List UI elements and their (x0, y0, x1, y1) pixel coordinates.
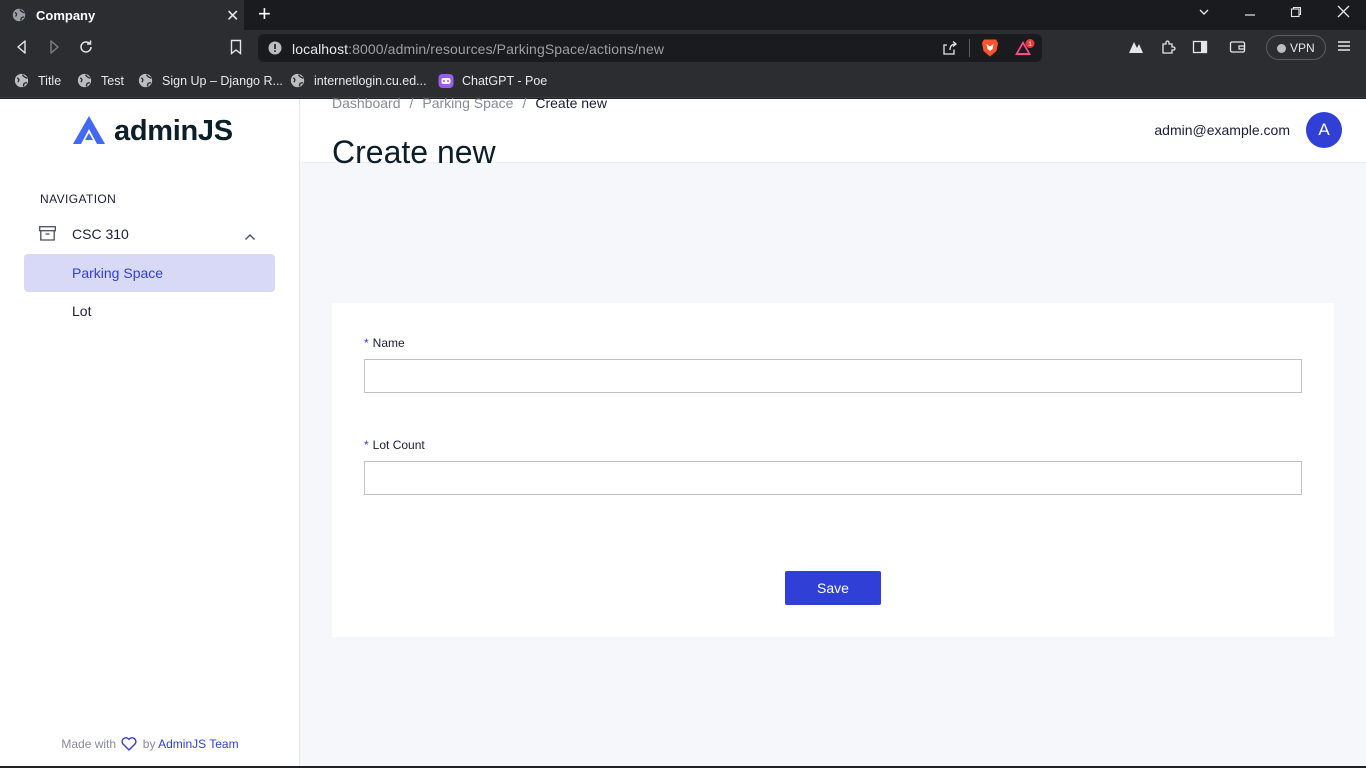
browser-toolbar: localhost:8000/admin/resources/ParkingSp… (0, 30, 1366, 66)
breadcrumb-separator: / (409, 95, 414, 111)
sidebar-item-parking-space[interactable]: Parking Space (24, 254, 275, 292)
reload-icon[interactable] (78, 39, 94, 60)
breadcrumb-current: Create new (535, 95, 607, 111)
globe-icon (138, 73, 153, 91)
brave-news-icon[interactable] (1128, 39, 1144, 60)
url-divider (969, 39, 970, 57)
window-close-icon[interactable] (1337, 5, 1350, 22)
save-button[interactable]: Save (785, 571, 881, 605)
name-input[interactable] (364, 359, 1302, 393)
heart-icon (121, 737, 137, 754)
globe-icon (12, 8, 26, 25)
sidebar: adminJS NAVIGATION CSC 310 Parking Space… (0, 99, 300, 766)
bookmarks-bar: Title Test Sign Up – Django R... interne… (0, 66, 1366, 98)
breadcrumb: Dashboard / Parking Space / Create new (332, 95, 607, 111)
svg-text:1: 1 (1028, 41, 1032, 48)
address-bar[interactable]: localhost:8000/admin/resources/ParkingSp… (258, 34, 1042, 62)
browser-tab-strip: Company ✕ + (0, 0, 1366, 30)
sidebar-toggle-icon[interactable] (1192, 39, 1208, 60)
url-text: localhost:8000/admin/resources/ParkingSp… (292, 41, 665, 57)
avatar[interactable]: A (1306, 112, 1342, 148)
tab-close-icon[interactable]: ✕ (226, 6, 239, 26)
extensions-icon[interactable] (1160, 39, 1176, 60)
browser-tab[interactable]: Company ✕ (0, 0, 244, 30)
create-form: * Name * Lot Count Save (332, 303, 1334, 637)
lot-count-label: * Lot Count (364, 438, 425, 452)
breadcrumb-separator: / (522, 95, 527, 111)
tab-title: Company (36, 8, 96, 23)
tab-search-icon[interactable] (1198, 5, 1210, 22)
site-info-icon[interactable] (268, 41, 282, 60)
sidebar-item-lot[interactable]: Lot (24, 292, 275, 330)
poe-icon (438, 73, 454, 92)
vpn-status-icon (1277, 44, 1286, 53)
menu-icon[interactable] (1337, 39, 1351, 58)
restore-icon[interactable] (1290, 5, 1302, 22)
back-icon[interactable] (14, 39, 30, 60)
chevron-up-icon[interactable] (244, 228, 256, 246)
lot-count-input[interactable] (364, 461, 1302, 495)
page-title: Create new (332, 134, 496, 170)
bookmark-icon[interactable] (229, 39, 243, 60)
archive-icon (39, 226, 56, 246)
breadcrumb-parking-space[interactable]: Parking Space (422, 95, 513, 111)
sidebar-group-csc310[interactable]: CSC 310 (24, 218, 275, 250)
globe-icon (77, 73, 92, 91)
vpn-button[interactable]: VPN (1266, 35, 1326, 60)
adminjs-team-link[interactable]: AdminJS Team (158, 737, 238, 751)
adminjs-logo-icon (73, 116, 105, 144)
share-icon[interactable] (942, 40, 958, 61)
brave-rewards-icon[interactable]: 1 (1014, 39, 1036, 62)
brave-shields-icon[interactable] (981, 38, 999, 63)
forward-icon[interactable] (46, 39, 62, 60)
new-tab-icon[interactable]: + (258, 3, 271, 25)
wallet-icon[interactable] (1229, 39, 1246, 60)
minimize-icon[interactable] (1244, 5, 1256, 22)
user-email: admin@example.com (1154, 122, 1290, 138)
globe-icon (290, 73, 305, 91)
required-mark: * (364, 438, 369, 452)
globe-icon (14, 73, 29, 91)
name-label: * Name (364, 336, 405, 350)
made-with-footer: Made with by AdminJS Team (0, 737, 300, 754)
navigation-heading: NAVIGATION (40, 192, 117, 206)
required-mark: * (364, 336, 369, 350)
breadcrumb-dashboard[interactable]: Dashboard (332, 95, 401, 111)
